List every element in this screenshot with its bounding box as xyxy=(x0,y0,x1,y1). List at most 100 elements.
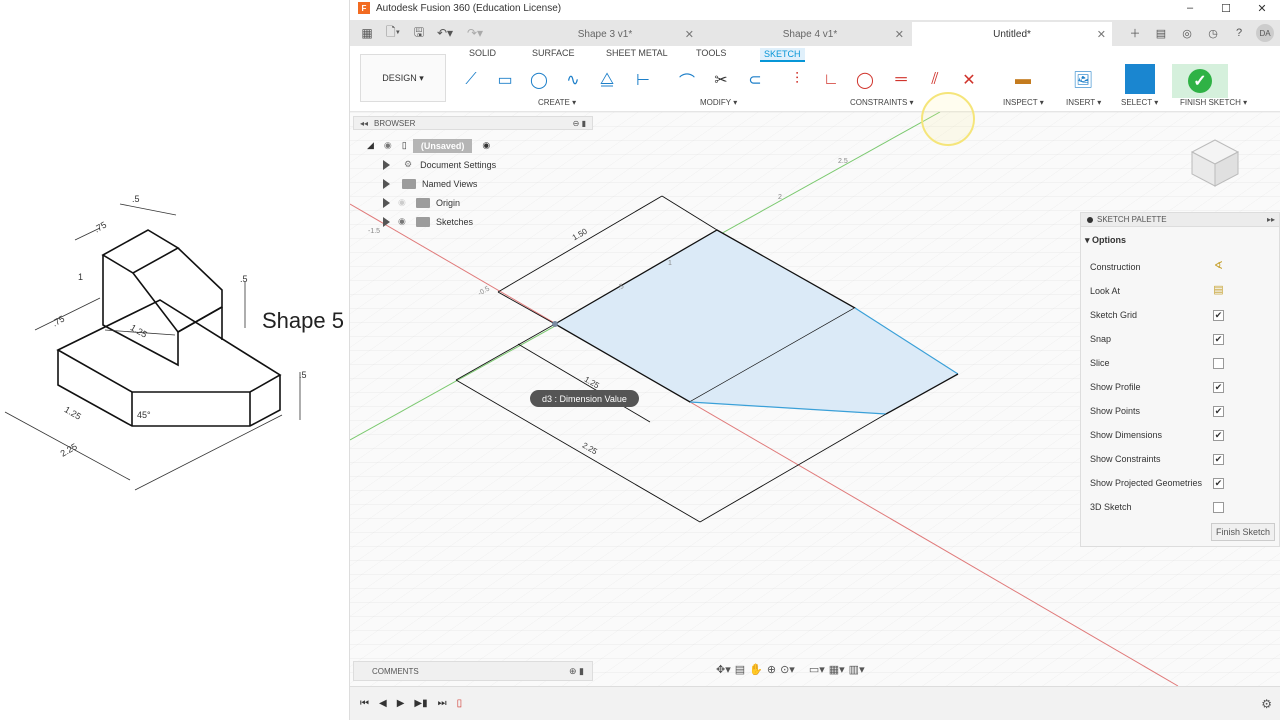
fix-constraint-icon[interactable]: ⫶ xyxy=(784,68,810,92)
grid-settings-icon[interactable]: ▦▾ xyxy=(829,663,845,676)
data-panel-icon[interactable]: ▦ xyxy=(356,26,378,40)
checkbox[interactable]: ✔ xyxy=(1213,405,1224,417)
spline-tool-icon[interactable]: ∿ xyxy=(560,68,586,92)
maximize-icon[interactable]: ☐ xyxy=(1208,0,1244,16)
palette-pin-icon[interactable] xyxy=(1087,216,1093,223)
dimension-tool-icon[interactable]: ⊢ xyxy=(630,68,656,92)
new-tab-icon[interactable]: ＋ xyxy=(1122,25,1148,41)
timeline-sketch-marker-icon[interactable]: ▯ xyxy=(457,698,463,709)
tab-sheet-metal[interactable]: SHEET METAL xyxy=(606,48,668,58)
activate-icon[interactable]: ◉ xyxy=(482,140,490,151)
select-tool-icon[interactable] xyxy=(1125,64,1155,94)
job-status-icon[interactable]: ▤ xyxy=(1148,27,1174,40)
finish-sketch-button[interactable]: ✓ xyxy=(1172,64,1228,98)
look-at-icon[interactable]: ▤ xyxy=(735,663,745,676)
orbit-icon[interactable]: ✥▾ xyxy=(716,663,731,676)
display-settings-icon[interactable]: ▭▾ xyxy=(809,663,825,676)
sketch-palette-header[interactable]: SKETCH PALETTE ▸▸ xyxy=(1081,213,1279,227)
go-to-end-icon[interactable]: ⏭ xyxy=(438,698,447,709)
comments-panel[interactable]: COMMENTS ⊕ ▮ xyxy=(353,661,593,681)
tab-solid[interactable]: SOLID xyxy=(469,48,496,58)
redo-icon[interactable]: ↷▾ xyxy=(460,26,490,40)
close-icon[interactable]: ✕ xyxy=(1244,0,1280,16)
timeline-settings-icon[interactable]: ⚙ xyxy=(1261,697,1272,711)
visibility-icon[interactable]: ◉ xyxy=(384,140,398,151)
collinear-constraint-icon[interactable]: ✕ xyxy=(956,68,982,92)
expand-icon[interactable]: ◢ xyxy=(367,140,374,151)
viewcube[interactable] xyxy=(1190,138,1240,188)
offset-tool-icon[interactable]: ⊂ xyxy=(742,68,768,92)
constraints-menu[interactable]: CONSTRAINTS ▾ xyxy=(850,98,914,107)
extensions-icon[interactable]: ◎ xyxy=(1174,27,1200,40)
checkbox[interactable] xyxy=(1213,357,1224,369)
undo-icon[interactable]: ↶▾ xyxy=(430,26,460,40)
checkbox[interactable]: ✔ xyxy=(1213,477,1224,489)
palette-option-slice[interactable]: Slice xyxy=(1090,351,1278,375)
tab-sketch[interactable]: SKETCH xyxy=(760,48,805,62)
browser-item-document-settings[interactable]: ⚙ Document Settings xyxy=(383,155,496,174)
construction-icon[interactable]: ∢ xyxy=(1213,260,1224,273)
go-to-start-icon[interactable]: ⏮ xyxy=(360,698,369,709)
tab-untitled[interactable]: Untitled* ✕ xyxy=(912,22,1112,46)
workspace-switcher-button[interactable]: DESIGN ▾ xyxy=(360,54,446,102)
palette-option-show-points[interactable]: Show Points ✔ xyxy=(1090,399,1278,423)
visibility-icon[interactable]: ◉ xyxy=(398,197,412,208)
palette-option-show-constraints[interactable]: Show Constraints ✔ xyxy=(1090,447,1278,471)
step-back-icon[interactable]: ◀ xyxy=(379,698,387,709)
options-section-header[interactable]: ▾ Options xyxy=(1081,227,1279,246)
fit-icon[interactable]: ⊙▾ xyxy=(780,663,795,676)
trim-tool-icon[interactable]: ✂ xyxy=(708,68,734,92)
zoom-icon[interactable]: ⊕ xyxy=(767,663,776,676)
finish-sketch-small-button[interactable]: Finish Sketch xyxy=(1210,523,1275,541)
palette-option-show-profile[interactable]: Show Profile ✔ xyxy=(1090,375,1278,399)
save-icon[interactable]: 🖫 xyxy=(408,23,430,44)
collapse-icon[interactable]: ◂◂ xyxy=(360,119,368,128)
browser-root[interactable]: ◢ ◉ ▯ (Unsaved) ◉ xyxy=(367,136,490,155)
add-comment-icon[interactable]: ⊕ ▮ xyxy=(569,666,584,677)
finish-sketch-menu[interactable]: FINISH SKETCH ▾ xyxy=(1180,98,1247,107)
parallel-constraint-icon[interactable]: ⫽ xyxy=(922,68,948,92)
palette-option-sketch-grid[interactable]: Sketch Grid ✔ xyxy=(1090,303,1278,327)
look-at-icon[interactable]: ▤ xyxy=(1213,284,1224,297)
visibility-icon[interactable]: ◉ xyxy=(398,216,412,227)
browser-item-sketches[interactable]: ◉ Sketches xyxy=(383,212,473,231)
close-tab-icon[interactable]: ✕ xyxy=(895,28,904,41)
expand-icon[interactable] xyxy=(383,178,390,189)
minimize-icon[interactable]: – xyxy=(1172,0,1208,16)
create-menu[interactable]: CREATE ▾ xyxy=(538,98,576,107)
expand-arrow-icon[interactable]: ▸▸ xyxy=(1267,215,1275,224)
browser-pin-icon[interactable]: ⊖ ▮ xyxy=(573,119,586,128)
viewports-icon[interactable]: ▥▾ xyxy=(849,663,865,676)
file-menu-icon[interactable]: 🗋▾ xyxy=(378,23,408,44)
browser-item-named-views[interactable]: Named Views xyxy=(383,174,477,193)
mirror-tool-icon[interactable]: ⧋ xyxy=(594,68,620,92)
palette-option-look-at[interactable]: Look At ▤ xyxy=(1090,279,1278,303)
step-forward-icon[interactable]: ▶▮ xyxy=(414,698,427,709)
measure-tool-icon[interactable]: ▬ xyxy=(1010,68,1036,92)
palette-option-3d-sketch[interactable]: 3D Sketch xyxy=(1090,495,1278,519)
checkbox[interactable] xyxy=(1213,501,1224,513)
select-menu[interactable]: SELECT ▾ xyxy=(1121,98,1158,107)
expand-icon[interactable] xyxy=(383,216,390,227)
expand-icon[interactable] xyxy=(383,197,390,208)
checkbox[interactable]: ✔ xyxy=(1213,333,1224,345)
browser-item-origin[interactable]: ◉ Origin xyxy=(383,193,460,212)
history-icon[interactable]: ◷ xyxy=(1200,27,1226,40)
palette-option-snap[interactable]: Snap ✔ xyxy=(1090,327,1278,351)
fillet-tool-icon[interactable]: ⌒ xyxy=(674,68,700,92)
line-tool-icon[interactable]: ⟋ xyxy=(458,68,484,92)
browser-header[interactable]: ◂◂ BROWSER ⊖ ▮ xyxy=(353,116,593,130)
palette-option-show-projected-geometries[interactable]: Show Projected Geometries ✔ xyxy=(1090,471,1278,495)
insert-image-icon[interactable]: 🖼 xyxy=(1070,68,1096,92)
checkbox[interactable]: ✔ xyxy=(1213,309,1224,321)
expand-icon[interactable] xyxy=(383,159,390,170)
tab-shape-3[interactable]: Shape 3 v1* ✕ xyxy=(510,22,700,46)
equal-constraint-icon[interactable]: ═ xyxy=(888,68,914,92)
insert-menu[interactable]: INSERT ▾ xyxy=(1066,98,1101,107)
rectangle-tool-icon[interactable]: ▭ xyxy=(492,68,518,92)
help-icon[interactable]: ? xyxy=(1226,27,1252,39)
perpendicular-constraint-icon[interactable]: ∟ xyxy=(818,68,844,92)
pan-icon[interactable]: ✋ xyxy=(749,663,763,676)
circle-tool-icon[interactable]: ◯ xyxy=(526,68,552,92)
palette-option-construction[interactable]: Construction ∢ xyxy=(1090,255,1278,279)
